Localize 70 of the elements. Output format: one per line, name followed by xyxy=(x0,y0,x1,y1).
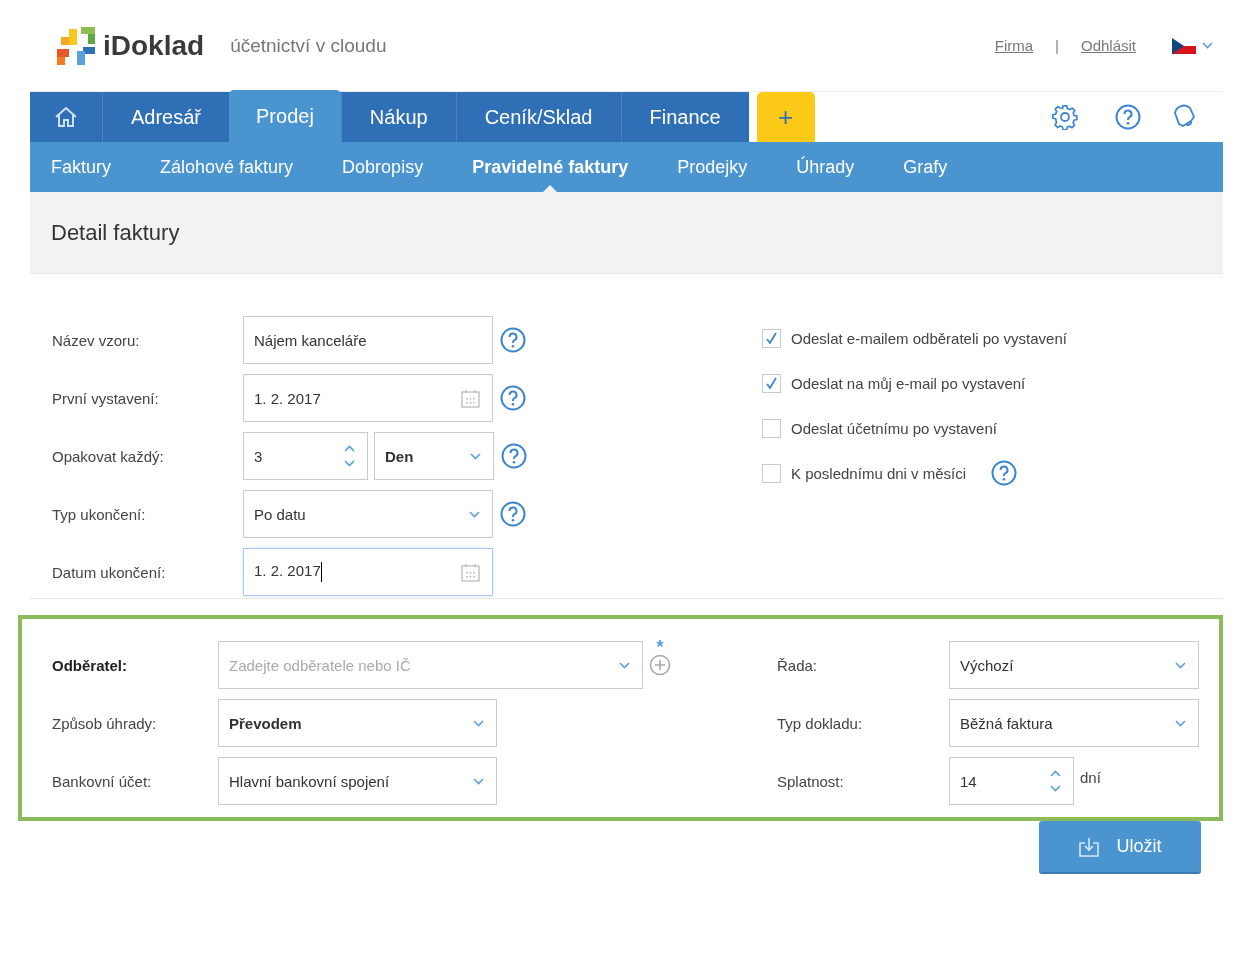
dropdown[interactable]: Hlavní bankovní spojení xyxy=(218,757,497,805)
chevron-down-icon xyxy=(469,510,480,518)
checkbox[interactable] xyxy=(762,463,781,483)
checkbox-label[interactable]: Odeslat e-mailem odběrateli po vystavení xyxy=(791,329,1067,347)
sub-nav-tab[interactable]: Úhrady xyxy=(796,142,855,192)
help-icon[interactable] xyxy=(500,501,526,527)
logout-link[interactable]: Odhlásit xyxy=(1080,37,1136,54)
help-icon[interactable] xyxy=(500,327,526,353)
checkbox-label[interactable]: K poslednímu dni v měsíci xyxy=(791,464,967,482)
home-icon[interactable] xyxy=(54,106,78,128)
unit-label: dní xyxy=(1080,769,1101,786)
sub-nav-tab[interactable]: Pravidelné faktury xyxy=(472,142,629,192)
settings-icon[interactable] xyxy=(1052,104,1078,130)
chevron-down-icon xyxy=(1175,719,1186,727)
required-marker: * xyxy=(656,640,664,654)
help-icon[interactable] xyxy=(501,443,527,469)
dropdown[interactable]: Po datu xyxy=(243,490,493,538)
field-label: Název vzoru: xyxy=(52,331,141,349)
unit-dropdown[interactable]: Den xyxy=(374,432,494,480)
nav-tab[interactable]: Prodej xyxy=(229,90,341,142)
spinner-arrows-icon[interactable] xyxy=(344,445,355,467)
checkbox[interactable] xyxy=(762,373,781,393)
chevron-down-icon xyxy=(473,777,484,785)
chevron-down-icon xyxy=(1175,661,1186,669)
logo-icon xyxy=(55,24,97,67)
help-icon[interactable] xyxy=(991,460,1018,486)
company-link[interactable]: Firma xyxy=(994,37,1034,54)
field-label: Splatnost: xyxy=(777,772,845,790)
field-label: Řada: xyxy=(777,656,819,674)
text-field[interactable]: Nájem kanceláře xyxy=(243,316,493,364)
link-separator: | xyxy=(1055,37,1059,54)
field-label: První vystavení: xyxy=(52,389,160,407)
date-field[interactable]: 1. 2. 2017 xyxy=(243,374,493,422)
field-label: Opakovat každý: xyxy=(52,447,165,465)
spinner-arrows-icon[interactable] xyxy=(1050,770,1061,792)
sub-nav-tab[interactable]: Dobropisy xyxy=(342,142,424,192)
field-label: Typ dokladu: xyxy=(777,714,864,732)
help-icon[interactable] xyxy=(1115,104,1141,130)
flag-icon[interactable] xyxy=(1172,37,1196,54)
sub-nav-tab[interactable]: Zálohové faktury xyxy=(160,142,294,192)
checkbox-label[interactable]: Odeslat účetnímu po vystavení xyxy=(791,419,997,437)
help-icon[interactable] xyxy=(500,385,526,411)
chevron-down-icon xyxy=(470,452,481,460)
add-button[interactable]: + xyxy=(756,92,815,142)
date-field[interactable]: 1. 2. 2017 xyxy=(243,548,493,596)
chevron-down-icon xyxy=(473,719,484,727)
page-title: Detail faktury xyxy=(51,219,180,246)
number-field[interactable]: 14 xyxy=(949,757,1074,805)
chevron-down-icon xyxy=(619,661,630,669)
field-label: Datum ukončení: xyxy=(52,563,167,581)
dropdown[interactable]: Převodem xyxy=(218,699,497,747)
field-label: Odběratel: xyxy=(52,656,128,674)
field-label: Bankovní účet: xyxy=(52,772,153,790)
checkbox-label[interactable]: Odeslat na můj e-mail po vystavení xyxy=(791,374,1026,392)
checkbox[interactable] xyxy=(762,328,781,348)
download-tray-icon xyxy=(1078,835,1101,858)
dropdown[interactable]: Běžná faktura xyxy=(949,699,1199,747)
dropdown[interactable]: Výchozí xyxy=(949,641,1199,689)
brand-name: iDoklad xyxy=(103,29,205,62)
add-circle-icon[interactable] xyxy=(649,654,671,676)
sub-nav-tab[interactable]: Grafy xyxy=(903,142,948,192)
field-label: Typ ukončení: xyxy=(52,505,147,523)
sub-nav-tab[interactable]: Prodejky xyxy=(677,142,748,192)
sub-nav-tab[interactable]: Faktury xyxy=(51,142,111,192)
save-button[interactable]: Uložit xyxy=(1039,821,1201,872)
checkbox[interactable] xyxy=(762,418,781,438)
field-label: Způsob úhrady: xyxy=(52,714,158,732)
number-field[interactable]: 3 xyxy=(243,432,368,480)
tagline: účetnictví v cloudu xyxy=(230,34,387,57)
language-chevron-icon xyxy=(1202,42,1213,49)
